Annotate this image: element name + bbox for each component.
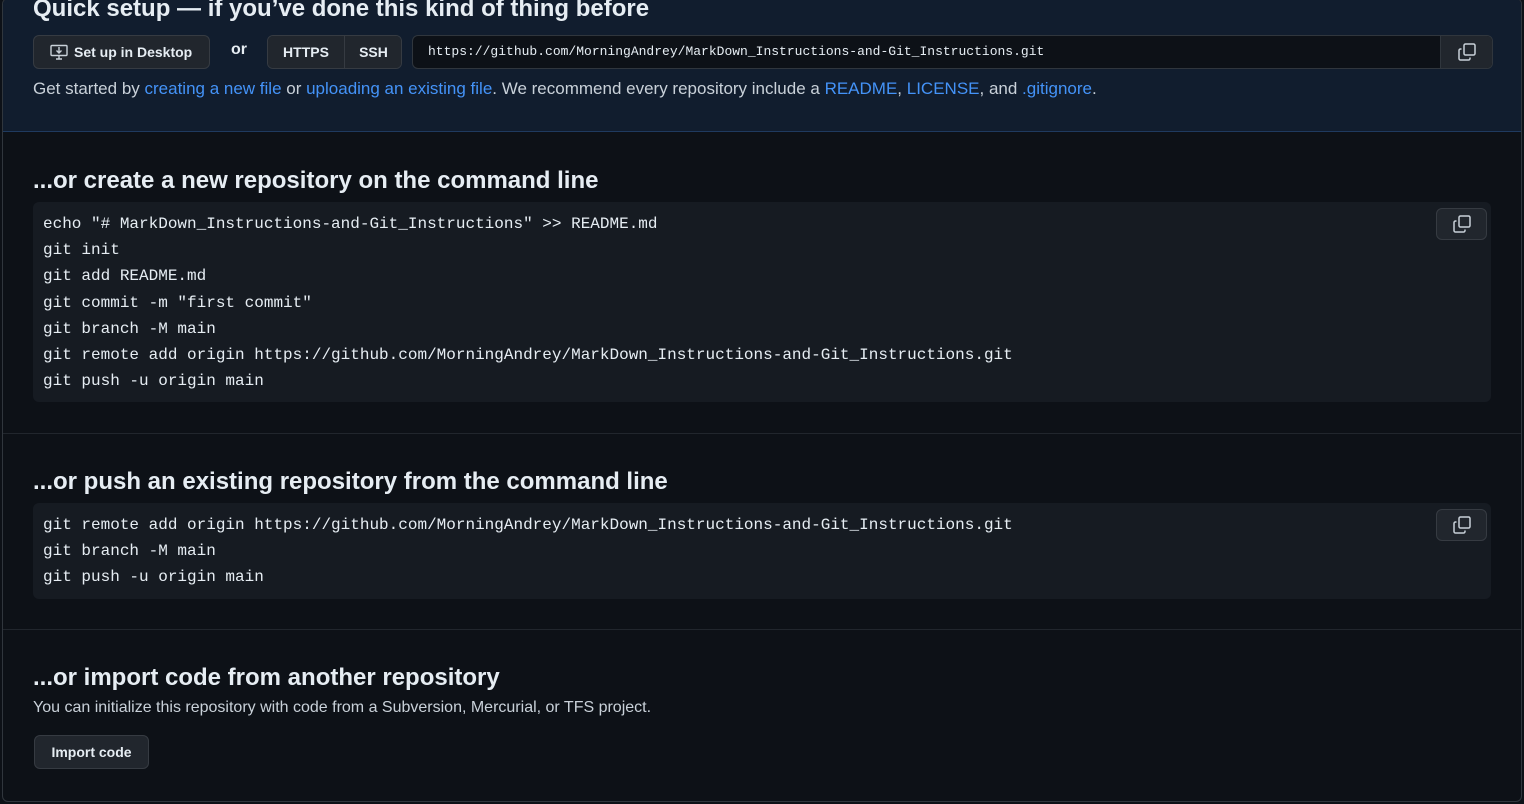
get-started-comma: ,: [897, 79, 907, 98]
protocol-toggle: HTTPS SSH: [267, 35, 402, 69]
https-button[interactable]: HTTPS: [268, 36, 345, 68]
readme-link[interactable]: README: [825, 79, 898, 98]
ssh-button[interactable]: SSH: [345, 36, 401, 68]
setup-in-desktop-button[interactable]: Set up in Desktop: [33, 35, 210, 69]
gitignore-link[interactable]: .gitignore: [1022, 79, 1092, 98]
push-existing-code: git remote add origin https://github.com…: [43, 516, 1013, 587]
copy-url-button[interactable]: [1440, 36, 1492, 68]
copy-icon: [1457, 42, 1477, 62]
license-link[interactable]: LICENSE: [907, 79, 980, 98]
push-existing-title: ...or push an existing repository from t…: [33, 468, 668, 495]
new-repo-title: ...or create a new repository on the com…: [33, 167, 599, 194]
get-started-end: .: [1091, 79, 1097, 98]
new-repo-code-block: echo "# MarkDown_Instructions-and-Git_In…: [33, 202, 1491, 402]
clone-url-text: https://github.com/MorningAndrey/MarkDow…: [428, 44, 1045, 59]
uploading-existing-file-link[interactable]: uploading an existing file: [306, 79, 492, 98]
repo-setup-panel: Quick setup — if you’ve done this kind o…: [2, 0, 1522, 802]
copy-icon: [1452, 515, 1472, 535]
import-description: You can initialize this repository with …: [33, 699, 652, 716]
setup-in-desktop-label: Set up in Desktop: [74, 44, 193, 60]
section-divider: [3, 629, 1521, 630]
import-code-button[interactable]: Import code: [34, 735, 149, 769]
copy-new-repo-button[interactable]: [1436, 208, 1487, 240]
quick-setup-title: Quick setup — if you’ve done this kind o…: [33, 0, 650, 22]
new-repo-code: echo "# MarkDown_Instructions-and-Git_In…: [43, 215, 1013, 391]
copy-push-existing-button[interactable]: [1436, 509, 1487, 541]
get-started-prefix: Get started by: [33, 79, 145, 98]
section-divider: [3, 433, 1521, 434]
get-started-and: , and: [979, 79, 1023, 98]
get-started-or: or: [281, 79, 307, 98]
copy-icon: [1452, 214, 1472, 234]
desktop-download-icon: [50, 44, 68, 60]
creating-new-file-link[interactable]: creating a new file: [145, 79, 282, 98]
get-started-text: Get started by creating a new file or up…: [33, 79, 1097, 99]
clone-url-input[interactable]: https://github.com/MorningAndrey/MarkDow…: [412, 35, 1493, 69]
quick-setup-section: Quick setup — if you’ve done this kind o…: [3, 0, 1521, 132]
push-existing-code-block: git remote add origin https://github.com…: [33, 503, 1491, 599]
import-title: ...or import code from another repositor…: [33, 664, 500, 691]
or-label: or: [231, 41, 247, 58]
get-started-middle: . We recommend every repository include …: [492, 79, 825, 98]
